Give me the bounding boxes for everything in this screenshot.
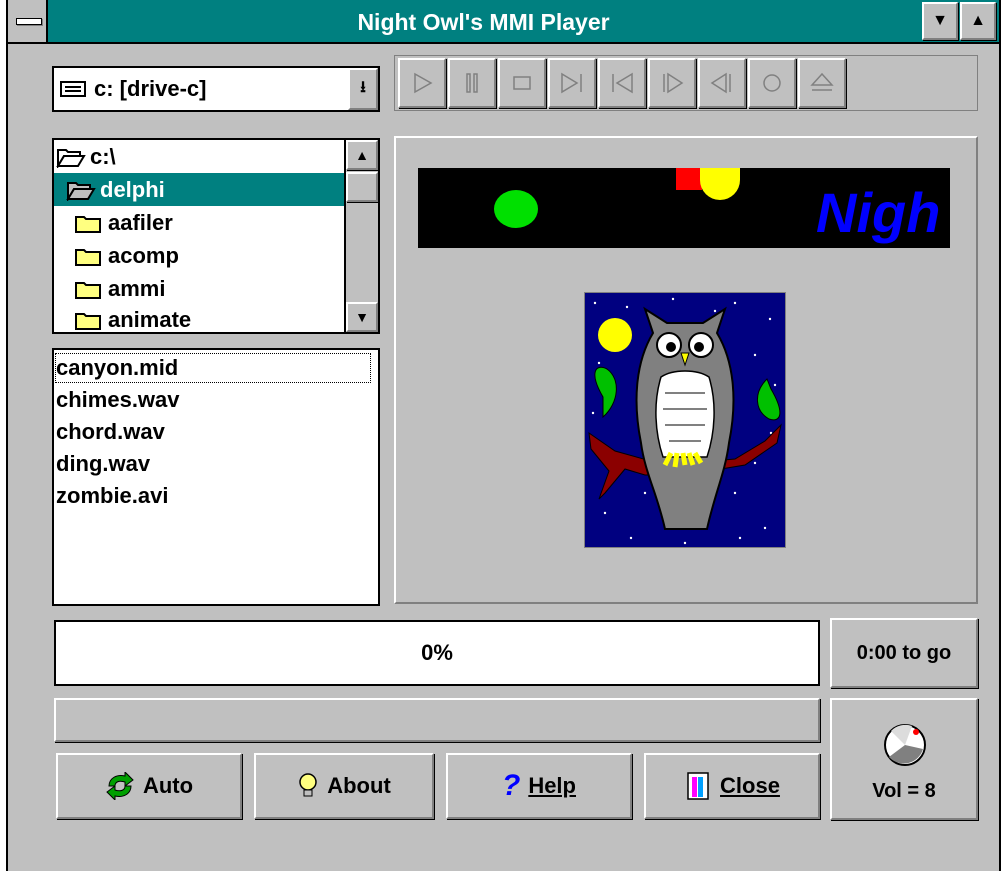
- drive-icon: [60, 81, 86, 97]
- system-menu-button[interactable]: [8, 0, 48, 42]
- refresh-icon: [106, 772, 134, 800]
- help-label: Help: [528, 773, 576, 798]
- open-folder-icon: [56, 148, 86, 168]
- drive-dropdown-button[interactable]: ⭳: [348, 68, 378, 110]
- file-item[interactable]: ding.wav: [54, 448, 372, 480]
- volume-label: Vol = 8: [872, 780, 936, 802]
- dir-item-ammi[interactable]: ammi: [54, 272, 344, 305]
- dir-label: ammi: [108, 275, 166, 301]
- file-item[interactable]: chimes.wav: [54, 384, 372, 416]
- stop-button[interactable]: [498, 58, 546, 108]
- eject-icon: [810, 72, 834, 91]
- skip-next-icon: [561, 72, 582, 94]
- play-icon: [414, 72, 433, 94]
- arrow-up-icon: ▲: [355, 147, 369, 163]
- step-back-button[interactable]: [698, 58, 746, 108]
- folder-icon: [75, 312, 101, 330]
- minimize-button[interactable]: ▼: [922, 2, 958, 40]
- player-window: Night Owl's MMI Player ▼ ▲ c: [drive-c] …: [6, 0, 1001, 871]
- scroll-down-button[interactable]: ▼: [346, 302, 378, 332]
- step-back-icon: [710, 72, 731, 94]
- animation-banner: Nigh: [418, 168, 950, 248]
- dir-label: c:\: [90, 143, 116, 169]
- pause-button[interactable]: [448, 58, 496, 108]
- file-item[interactable]: canyon.mid: [54, 352, 372, 384]
- record-icon: [763, 74, 781, 92]
- dir-label: delphi: [100, 176, 165, 202]
- record-button[interactable]: [748, 58, 796, 108]
- dash-icon: [16, 18, 42, 25]
- progress-bar: 0%: [54, 620, 820, 686]
- volume-panel: Vol = 8: [830, 698, 978, 820]
- folder-icon: [75, 248, 101, 266]
- step-forward-icon: [663, 72, 684, 94]
- close-label: Close: [720, 773, 780, 798]
- triangle-down-icon: ▼: [932, 12, 948, 29]
- lightbulb-icon: [299, 773, 317, 797]
- dir-label: aafiler: [108, 209, 173, 235]
- stop-icon: [513, 76, 531, 90]
- drive-value: c: [drive-c]: [94, 76, 207, 101]
- progress-label: 0%: [421, 640, 453, 665]
- dir-item-root[interactable]: c:\: [54, 140, 344, 173]
- play-button[interactable]: [398, 58, 446, 108]
- dir-item-animate[interactable]: animate: [54, 303, 344, 336]
- pause-icon: [466, 73, 478, 93]
- folder-icon: [75, 281, 101, 299]
- triangle-up-icon: ▲: [970, 12, 986, 29]
- scroll-up-button[interactable]: ▲: [346, 140, 378, 170]
- arrow-down-icon: ⭳: [360, 78, 366, 96]
- drive-combo[interactable]: c: [drive-c] ⭳: [52, 66, 380, 112]
- arrow-down-icon: ▼: [355, 309, 369, 325]
- close-button[interactable]: Close: [644, 753, 820, 819]
- file-item[interactable]: zombie.avi: [54, 480, 372, 512]
- about-label: About: [327, 773, 391, 798]
- file-list[interactable]: canyon.mid chimes.wav chord.wav ding.wav…: [52, 348, 380, 606]
- red-square: [676, 168, 702, 190]
- green-ball: [494, 190, 538, 228]
- open-folder-icon: [66, 181, 96, 201]
- dir-item-delphi[interactable]: delphi: [54, 173, 344, 206]
- owl-illustration: [588, 297, 782, 545]
- scroll-thumb[interactable]: [346, 172, 378, 202]
- maximize-button[interactable]: ▲: [960, 2, 996, 40]
- status-bar: [54, 698, 820, 742]
- file-item[interactable]: chord.wav: [54, 416, 372, 448]
- next-button[interactable]: [548, 58, 596, 108]
- dir-item-acomp[interactable]: acomp: [54, 239, 344, 272]
- display-panel: Nigh: [394, 136, 978, 604]
- directory-list[interactable]: c:\ delphi aafiler acomp ammi animate ▲ …: [52, 138, 380, 334]
- auto-button[interactable]: Auto: [56, 753, 242, 819]
- previous-button[interactable]: [598, 58, 646, 108]
- title-bar: Night Owl's MMI Player ▼ ▲: [8, 0, 999, 44]
- eject-button[interactable]: [798, 58, 846, 108]
- dir-label: animate: [108, 306, 192, 332]
- about-button[interactable]: About: [254, 753, 434, 819]
- owl-image: [584, 292, 786, 548]
- dir-label: acomp: [108, 242, 179, 268]
- skip-previous-icon: [612, 72, 633, 94]
- banner-text: Nigh: [816, 181, 941, 244]
- question-icon: ?: [501, 769, 521, 802]
- help-button[interactable]: ? Help: [446, 753, 632, 819]
- dir-item-aafiler[interactable]: aafiler: [54, 206, 344, 239]
- exit-door-icon: [687, 772, 709, 800]
- yellow-ball: [700, 168, 740, 200]
- step-forward-button[interactable]: [648, 58, 696, 108]
- volume-knob[interactable]: [882, 722, 928, 768]
- auto-label: Auto: [142, 773, 194, 798]
- dir-scrollbar[interactable]: ▲ ▼: [344, 140, 378, 332]
- folder-icon: [75, 215, 101, 233]
- time-remaining: 0:00 to go: [830, 618, 978, 688]
- window-title: Night Owl's MMI Player: [357, 9, 610, 35]
